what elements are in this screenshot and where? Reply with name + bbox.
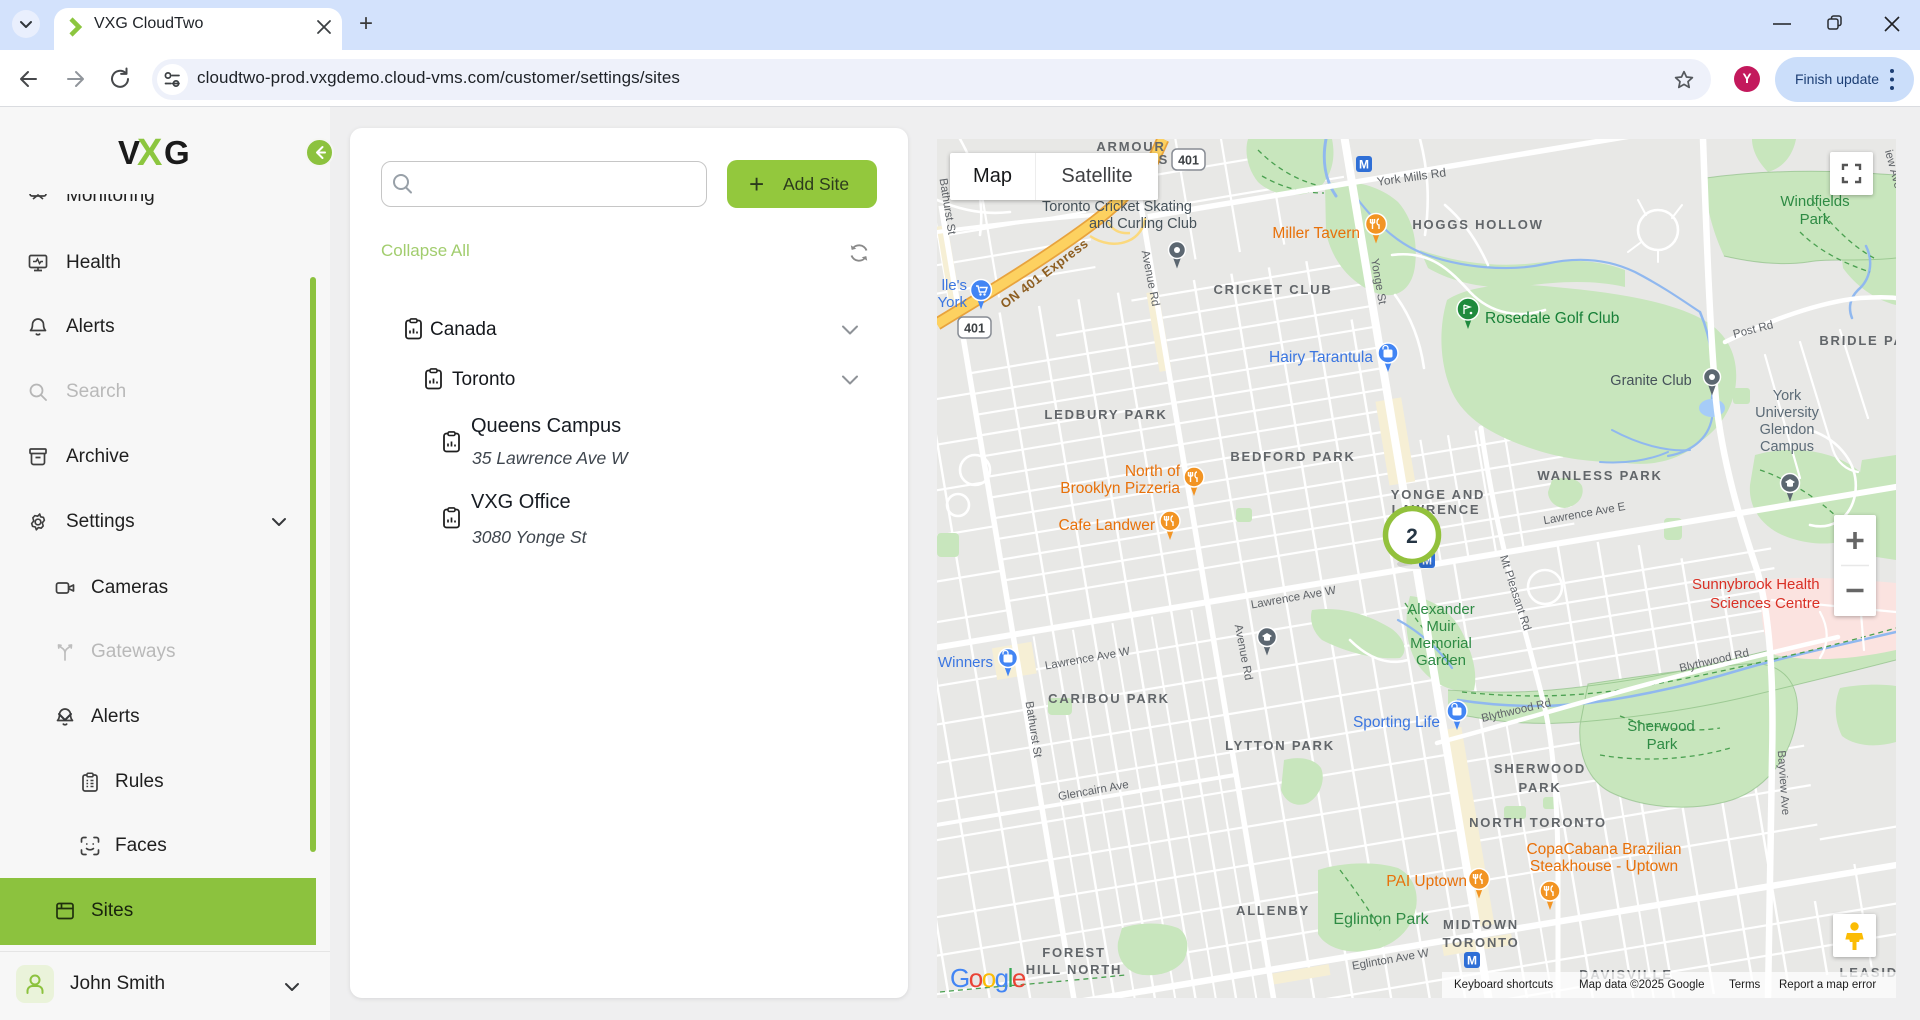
svg-text:CopaCabana Brazilian: CopaCabana Brazilian (1526, 841, 1681, 858)
svg-text:Sciences Centre: Sciences Centre (1710, 595, 1820, 612)
svg-text:M: M (1467, 954, 1477, 968)
svg-text:BRIDLE PA: BRIDLE PA (1819, 333, 1896, 348)
svg-text:Miller Tavern: Miller Tavern (1272, 225, 1360, 242)
svg-text:Toronto Cricket Skating: Toronto Cricket Skating (1042, 199, 1192, 215)
svg-text:ARMOUR: ARMOUR (1096, 139, 1165, 154)
svg-text:University: University (1755, 405, 1819, 421)
svg-text:Sherwood: Sherwood (1627, 718, 1695, 735)
svg-text:S: S (1159, 152, 1168, 167)
svg-text:Rosedale Golf Club: Rosedale Golf Club (1485, 310, 1619, 327)
svg-text:Hairy Tarantula: Hairy Tarantula (1269, 349, 1373, 366)
svg-text:YONGE AND: YONGE AND (1391, 487, 1485, 502)
svg-text:York: York (938, 294, 968, 311)
svg-text:Cafe Landwer: Cafe Landwer (1058, 517, 1155, 534)
svg-text:Alexander: Alexander (1407, 601, 1475, 618)
svg-text:Park: Park (1800, 211, 1831, 228)
svg-text:X: X (137, 134, 163, 170)
svg-text:lle's: lle's (942, 277, 967, 294)
svg-text:and Curling Club: and Curling Club (1089, 216, 1197, 232)
svg-text:York: York (1773, 388, 1802, 404)
svg-text:2: 2 (1406, 525, 1418, 548)
svg-text:ALLENBY: ALLENBY (1236, 903, 1310, 918)
svg-text:Muir: Muir (1426, 618, 1455, 635)
svg-text:Park: Park (1647, 736, 1678, 753)
svg-text:Brooklyn Pizzeria: Brooklyn Pizzeria (1060, 480, 1180, 497)
svg-text:LEDBURY PARK: LEDBURY PARK (1044, 407, 1167, 422)
svg-text:BEDFORD PARK: BEDFORD PARK (1230, 449, 1355, 464)
svg-text:Memorial: Memorial (1410, 635, 1472, 652)
svg-text:Sunnybrook Health: Sunnybrook Health (1692, 576, 1820, 593)
svg-text:MIDTOWN: MIDTOWN (1443, 917, 1519, 932)
svg-text:401: 401 (964, 322, 985, 336)
svg-text:FOREST: FOREST (1042, 945, 1106, 960)
svg-text:NORTH TORONTO: NORTH TORONTO (1469, 815, 1607, 830)
svg-text:HOGGS HOLLOW: HOGGS HOLLOW (1412, 217, 1543, 232)
svg-text:Garden: Garden (1416, 652, 1466, 669)
svg-text:North of: North of (1125, 463, 1181, 480)
svg-text:G: G (164, 134, 190, 170)
svg-text:Sporting Life: Sporting Life (1353, 714, 1440, 731)
svg-text:Steakhouse - Uptown: Steakhouse - Uptown (1530, 858, 1678, 875)
svg-text:TORONTO: TORONTO (1442, 935, 1519, 950)
svg-text:Campus: Campus (1760, 439, 1814, 455)
svg-text:CARIBOU PARK: CARIBOU PARK (1048, 691, 1170, 706)
svg-text:LYTTON PARK: LYTTON PARK (1225, 738, 1335, 753)
svg-text:HILL NORTH: HILL NORTH (1026, 962, 1122, 977)
svg-text:PAI Uptown: PAI Uptown (1386, 873, 1467, 890)
svg-text:SHERWOOD: SHERWOOD (1494, 761, 1586, 776)
svg-text:Windfields: Windfields (1780, 193, 1849, 210)
svg-text:Glendon: Glendon (1760, 422, 1815, 438)
svg-text:PARK: PARK (1518, 780, 1561, 795)
svg-text:401: 401 (1178, 154, 1199, 168)
svg-text:Granite Club: Granite Club (1610, 373, 1691, 389)
svg-text:M: M (1359, 158, 1369, 172)
svg-text:Winners: Winners (938, 654, 993, 671)
svg-text:Eglinton Park: Eglinton Park (1333, 911, 1429, 928)
svg-text:WANLESS PARK: WANLESS PARK (1537, 468, 1662, 483)
svg-text:CRICKET CLUB: CRICKET CLUB (1213, 282, 1332, 297)
